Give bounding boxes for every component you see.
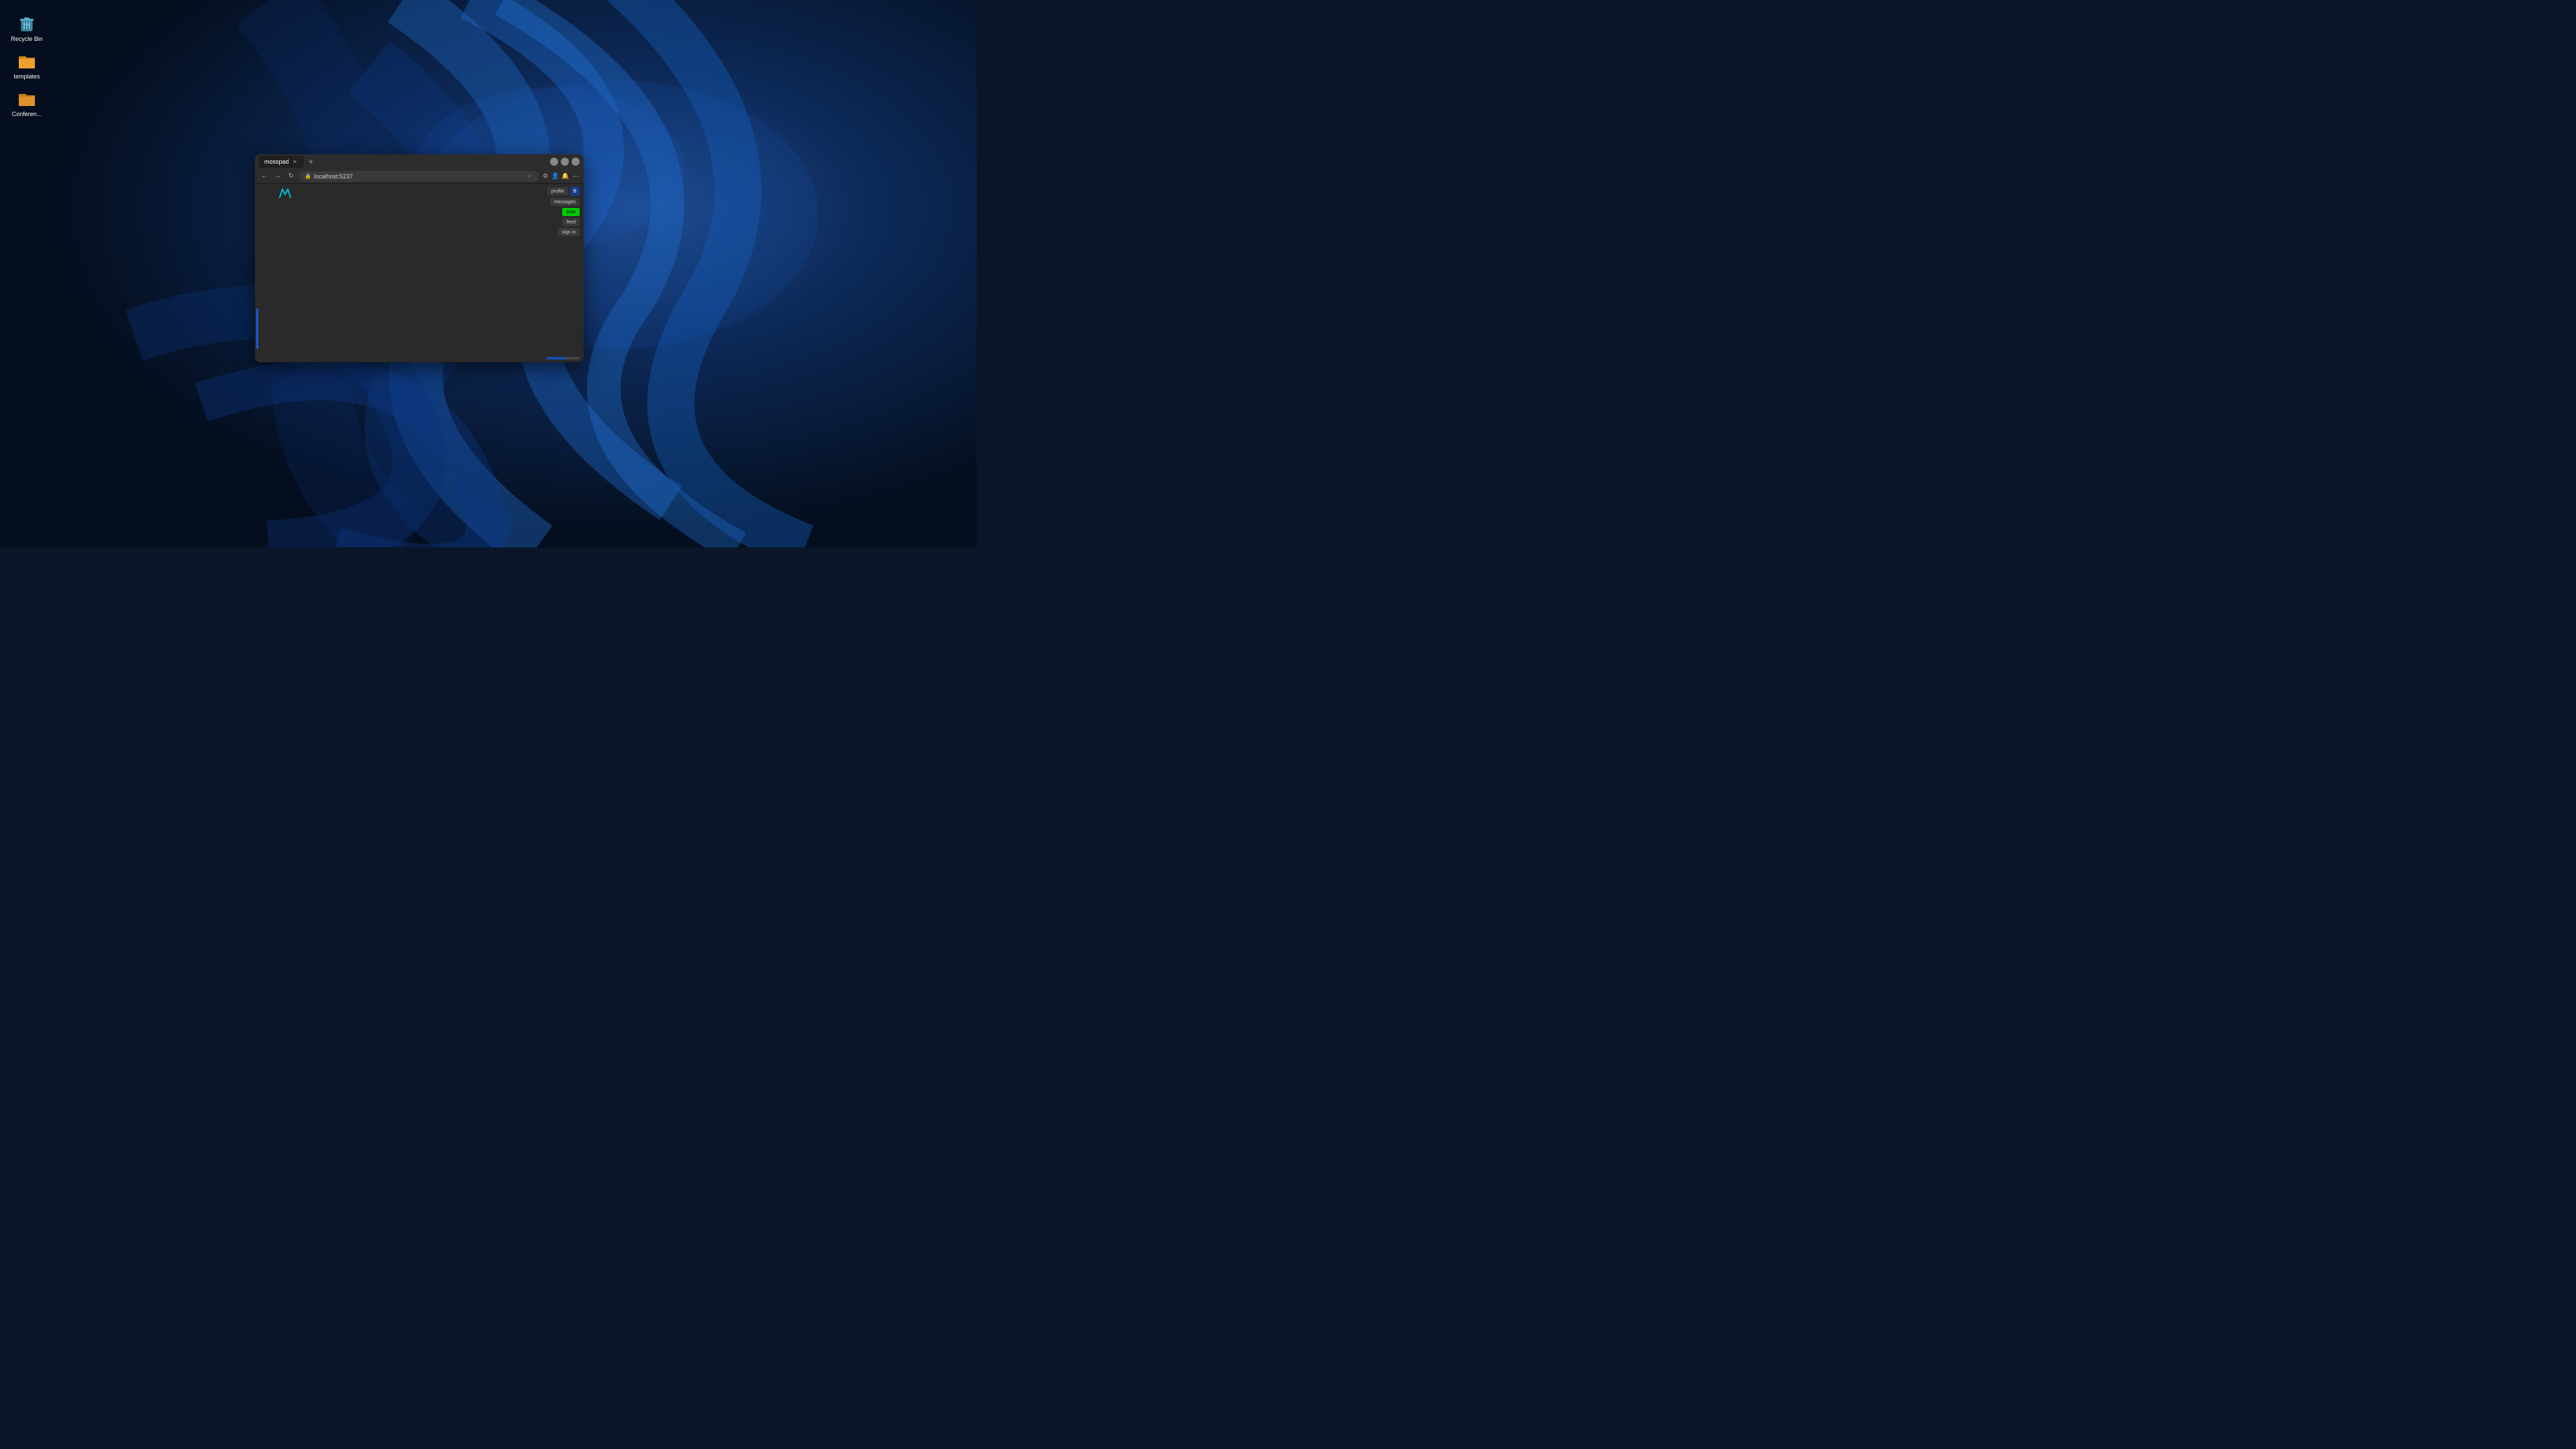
nav-menu-row-signin: sign in — [558, 228, 580, 236]
nav-menu: profile B messages tribe feed sign in — [547, 186, 580, 236]
recycle-bin-label: Recycle Bin — [11, 36, 43, 43]
conferences-label: Conferen... — [12, 111, 42, 118]
browser-titlebar: mosspad ✕ + − □ ✕ — [255, 154, 584, 169]
progress-bar — [546, 357, 580, 360]
star-icon[interactable]: ☆ — [525, 172, 533, 180]
address-text: localhost:5237 — [314, 173, 523, 180]
feed-button[interactable]: feed — [562, 218, 580, 226]
browser-window: mosspad ✕ + − □ ✕ ← → ↻ 🔒 localhost:5237… — [255, 154, 584, 362]
nav-menu-row-tribe: tribe — [562, 208, 580, 216]
tab-label: mosspad — [264, 158, 289, 165]
nav-menu-row-messages: messages — [550, 198, 580, 206]
new-tab-button[interactable]: + — [306, 156, 317, 167]
browser-toolbar-icons: ⚙ 👤 🔔 ⋯ — [541, 172, 580, 180]
back-button[interactable]: ← — [259, 171, 270, 182]
recycle-bin-image — [17, 15, 36, 34]
window-controls: − □ ✕ — [550, 158, 580, 166]
tribe-button[interactable]: tribe — [562, 208, 580, 216]
app-logo — [279, 188, 291, 199]
desktop: Recycle Bin templates Conferen... — [0, 0, 977, 547]
browser-content: profile B messages tribe feed sign in — [255, 184, 584, 362]
conferences-image — [17, 90, 36, 109]
browser-bottom — [546, 354, 584, 362]
address-bar[interactable]: 🔒 localhost:5237 ☆ — [299, 171, 539, 182]
lock-icon: 🔒 — [305, 173, 311, 179]
close-button[interactable]: ✕ — [572, 158, 580, 166]
refresh-button[interactable]: ↻ — [286, 171, 297, 182]
tab-bar: mosspad ✕ + — [259, 156, 402, 168]
browser-tab-active[interactable]: mosspad ✕ — [259, 156, 304, 168]
desktop-icons: Recycle Bin templates Conferen... — [0, 7, 54, 125]
avatar-initial: B — [574, 189, 577, 194]
maximize-button[interactable]: □ — [561, 158, 569, 166]
browser-addressbar: ← → ↻ 🔒 localhost:5237 ☆ ⚙ 👤 🔔 ⋯ — [255, 169, 584, 184]
progress-fill — [546, 357, 566, 360]
templates-icon[interactable]: templates — [5, 50, 48, 83]
recycle-bin-icon[interactable]: Recycle Bin — [5, 12, 48, 46]
forward-button[interactable]: → — [272, 171, 283, 182]
user-avatar: B — [570, 186, 580, 196]
extensions-icon[interactable]: ⚙ — [541, 172, 549, 180]
tab-close-btn[interactable]: ✕ — [292, 158, 299, 165]
sign-in-button[interactable]: sign in — [558, 228, 580, 236]
nav-menu-row-top: profile B — [547, 186, 580, 196]
conferences-icon[interactable]: Conferen... — [5, 87, 48, 121]
more-icon[interactable]: ⋯ — [572, 172, 580, 180]
nav-menu-row-feed: feed — [562, 218, 580, 226]
address-icons: ☆ — [525, 172, 533, 180]
messages-button[interactable]: messages — [550, 198, 580, 206]
profile-button[interactable]: profile — [547, 187, 568, 195]
templates-image — [17, 52, 36, 71]
minimize-button[interactable]: − — [550, 158, 558, 166]
left-blue-bar — [256, 309, 258, 349]
templates-label: templates — [13, 73, 40, 80]
account-icon[interactable]: 👤 — [551, 172, 559, 180]
notifications-icon[interactable]: 🔔 — [561, 172, 570, 180]
